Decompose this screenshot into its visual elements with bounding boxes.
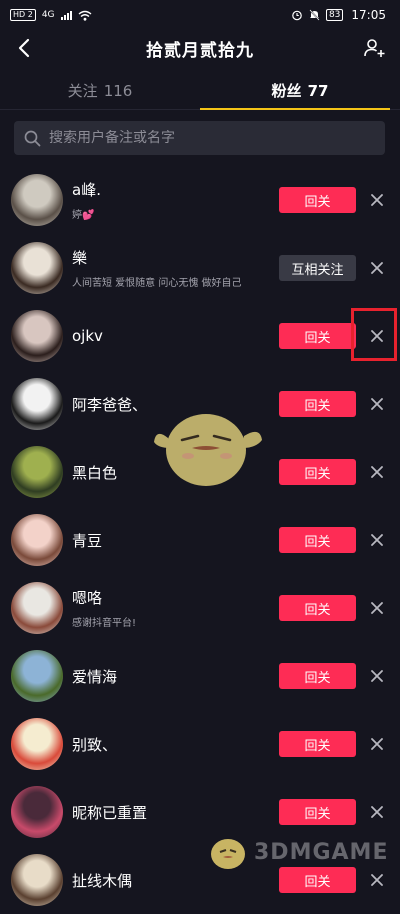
signal-icon xyxy=(60,10,72,20)
avatar[interactable] xyxy=(11,378,63,430)
mutual-follow-button[interactable]: 互相关注 xyxy=(279,255,356,281)
status-right: 83 17:05 xyxy=(291,8,386,22)
network-label: 4G xyxy=(41,10,55,20)
avatar[interactable] xyxy=(11,174,63,226)
follower-row[interactable]: a峰. 婷💕 回关 xyxy=(0,166,400,234)
follower-row[interactable]: 爱情海 回关 xyxy=(0,642,400,710)
follow-back-button[interactable]: 回关 xyxy=(279,867,356,893)
follower-row[interactable]: ojkv 回关 xyxy=(0,302,400,370)
tab-bar: 关注 116 粉丝 77 xyxy=(0,72,400,110)
follower-row[interactable]: 樂人间苦短 爱恨随意 问心无愧 做好自己 互相关注 xyxy=(0,234,400,302)
follower-name[interactable]: 昵称已重置 xyxy=(72,802,147,823)
follow-back-button[interactable]: 回关 xyxy=(279,323,356,349)
follower-row[interactable]: 别致、 回关 xyxy=(0,710,400,778)
follower-info: 扯线木偶 xyxy=(72,846,132,914)
follower-row[interactable]: 阿李爸爸、 回关 xyxy=(0,370,400,438)
remove-follower-icon[interactable] xyxy=(369,396,385,412)
follower-subtitle: 婷💕 xyxy=(72,210,95,221)
wifi-icon xyxy=(78,10,91,21)
follower-name[interactable]: 扯线木偶 xyxy=(72,870,132,891)
follower-info: 阿李爸爸、 xyxy=(72,370,147,438)
follower-name[interactable]: 爱情海 xyxy=(72,666,117,687)
avatar[interactable] xyxy=(11,514,63,566)
search-bar xyxy=(14,121,385,155)
follower-row[interactable]: 扯线木偶 回关 xyxy=(0,846,400,914)
status-bar: HD 2 4G 83 17:05 xyxy=(0,0,400,30)
status-left: HD 2 4G xyxy=(10,9,92,21)
follower-name[interactable]: 黑白色 xyxy=(72,462,117,483)
follower-info: 樂人间苦短 爱恨随意 问心无愧 做好自己 xyxy=(72,234,242,302)
hd-badge: HD 2 xyxy=(10,9,36,21)
follower-name[interactable]: 别致、 xyxy=(72,734,117,755)
remove-follower-icon[interactable] xyxy=(369,804,385,820)
follower-name[interactable]: 阿李爸爸、 xyxy=(72,394,147,415)
follower-info: 昵称已重置 xyxy=(72,778,147,846)
avatar[interactable] xyxy=(11,446,63,498)
follower-info: 青豆 xyxy=(72,506,102,574)
tab-following[interactable]: 关注 116 xyxy=(0,72,200,109)
follower-name[interactable]: a峰. xyxy=(72,179,101,200)
remove-follower-icon[interactable] xyxy=(369,668,385,684)
add-friend-icon[interactable] xyxy=(362,36,386,60)
clock: 17:05 xyxy=(351,8,386,22)
follower-info: 嗯咯感谢抖音平台! xyxy=(72,574,136,642)
remove-follower-icon[interactable] xyxy=(369,872,385,888)
avatar[interactable] xyxy=(11,582,63,634)
highlight-box xyxy=(351,308,397,361)
follow-back-button[interactable]: 回关 xyxy=(279,527,356,553)
follower-info: a峰. 婷💕 xyxy=(72,166,101,234)
follower-name[interactable]: 嗯咯 xyxy=(72,587,136,608)
remove-follower-icon[interactable] xyxy=(369,260,385,276)
follow-back-button[interactable]: 回关 xyxy=(279,595,356,621)
search-input[interactable] xyxy=(49,130,385,146)
follower-info: 别致、 xyxy=(72,710,117,778)
tab-fans[interactable]: 粉丝 77 xyxy=(200,72,400,110)
follower-row[interactable]: 黑白色 回关 xyxy=(0,438,400,506)
avatar[interactable] xyxy=(11,786,63,838)
top-bar: 拾贰月贰拾九 xyxy=(0,30,400,66)
follow-back-button[interactable]: 回关 xyxy=(279,663,356,689)
tab-fans-count: 77 xyxy=(307,81,329,100)
follower-list: a峰. 婷💕 回关樂人间苦短 爱恨随意 问心无愧 做好自己 互相关注 ojkv 回关 阿李爸… xyxy=(0,166,400,914)
remove-follower-icon[interactable] xyxy=(369,736,385,752)
avatar[interactable] xyxy=(11,854,63,906)
alarm-icon xyxy=(292,10,302,21)
avatar[interactable] xyxy=(11,650,63,702)
tab-following-count: 116 xyxy=(103,81,133,100)
follower-name[interactable]: ojkv xyxy=(72,327,103,345)
follow-back-button[interactable]: 回关 xyxy=(279,187,356,213)
follower-row[interactable]: 昵称已重置 回关 xyxy=(0,778,400,846)
battery-indicator: 83 xyxy=(325,9,344,21)
tab-following-label: 关注 xyxy=(67,82,98,100)
remove-follower-icon[interactable] xyxy=(369,192,385,208)
mute-icon xyxy=(309,9,320,21)
follower-name[interactable]: 樂 xyxy=(72,247,242,268)
follower-info: 黑白色 xyxy=(72,438,117,506)
avatar[interactable] xyxy=(11,310,63,362)
avatar[interactable] xyxy=(11,242,63,294)
avatar[interactable] xyxy=(11,718,63,770)
follow-back-button[interactable]: 回关 xyxy=(279,459,356,485)
tab-fans-label: 粉丝 xyxy=(271,82,302,100)
follower-info: ojkv xyxy=(72,302,103,370)
back-arrow-icon[interactable] xyxy=(14,37,36,59)
follow-back-button[interactable]: 回关 xyxy=(279,731,356,757)
remove-follower-icon[interactable] xyxy=(369,532,385,548)
follower-subtitle: 人间苦短 爱恨随意 问心无愧 做好自己 xyxy=(72,278,242,289)
follower-info: 爱情海 xyxy=(72,642,117,710)
remove-follower-icon[interactable] xyxy=(369,600,385,616)
follower-row[interactable]: 青豆 回关 xyxy=(0,506,400,574)
page-title: 拾贰月贰拾九 xyxy=(146,40,254,61)
follow-back-button[interactable]: 回关 xyxy=(279,799,356,825)
follower-name[interactable]: 青豆 xyxy=(72,530,102,551)
follower-subtitle: 感谢抖音平台! xyxy=(72,618,137,629)
search-icon xyxy=(24,130,41,146)
follow-back-button[interactable]: 回关 xyxy=(279,391,356,417)
follower-row[interactable]: 嗯咯感谢抖音平台! 回关 xyxy=(0,574,400,642)
remove-follower-icon[interactable] xyxy=(369,464,385,480)
